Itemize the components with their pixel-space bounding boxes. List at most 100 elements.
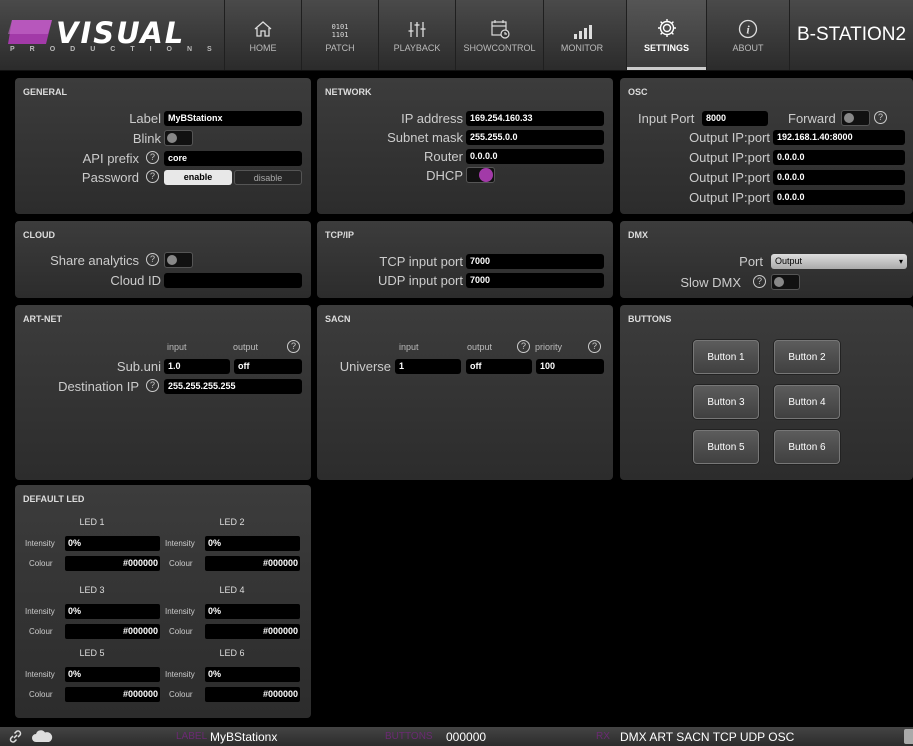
- led-name: LED 6: [219, 648, 245, 658]
- port-select[interactable]: Output ▾: [771, 254, 907, 269]
- cloud-icon[interactable]: [31, 730, 53, 746]
- forward-toggle[interactable]: [841, 110, 870, 126]
- label-label: Label: [129, 111, 161, 126]
- api-prefix-field[interactable]: core: [164, 151, 302, 166]
- select-arrows-icon: ▾: [898, 257, 903, 266]
- status-rx-key: RX: [596, 731, 610, 742]
- colour-field[interactable]: #000000: [205, 624, 300, 639]
- tcp-input-port-field[interactable]: 7000: [466, 254, 604, 269]
- intensity-field[interactable]: 0%: [205, 536, 300, 551]
- colour-field[interactable]: #000000: [205, 556, 300, 571]
- button-4[interactable]: Button 4: [774, 385, 840, 419]
- colour-field[interactable]: #000000: [65, 624, 160, 639]
- help-icon[interactable]: ?: [146, 253, 159, 266]
- universe-priority-field[interactable]: 100: [536, 359, 604, 374]
- colour-label: Colour: [29, 627, 53, 636]
- help-icon[interactable]: ?: [146, 151, 159, 164]
- device-title: B-STATION2: [789, 0, 913, 70]
- scroll-edge-icon[interactable]: [904, 729, 913, 744]
- cloud-id-label: Cloud ID: [110, 273, 161, 288]
- nav-home[interactable]: HOME: [224, 0, 301, 70]
- nav-settings[interactable]: SETTINGS: [626, 0, 706, 70]
- colour-field[interactable]: #000000: [65, 687, 160, 702]
- ip-address-field[interactable]: 169.254.160.33: [466, 111, 604, 126]
- status-rx-value: DMX ART SACN TCP UDP OSC: [620, 730, 795, 744]
- top-navigation-bar: VISUAL PRODUCTIONS HOME 0101 1101 PATCH …: [0, 0, 913, 71]
- output-ipport-label: Output IP:port: [689, 190, 770, 205]
- output-ipport-field[interactable]: 0.0.0.0: [773, 170, 905, 185]
- led-5-group: LED 5 Intensity 0% Colour #000000: [23, 646, 161, 704]
- output-ipport-field[interactable]: 192.168.1.40:8000: [773, 130, 905, 145]
- help-icon[interactable]: ?: [874, 111, 887, 124]
- nav-monitor[interactable]: MONITOR: [543, 0, 620, 70]
- ip-address-label: IP address: [401, 111, 463, 126]
- colour-field[interactable]: #000000: [205, 687, 300, 702]
- colour-label: Colour: [169, 690, 193, 699]
- intensity-field[interactable]: 0%: [65, 604, 160, 619]
- button-1[interactable]: Button 1: [693, 340, 759, 374]
- nav-playback[interactable]: PLAYBACK: [378, 0, 455, 70]
- info-icon: i: [738, 17, 758, 39]
- led-name: LED 1: [79, 517, 105, 527]
- output-ipport-field[interactable]: 0.0.0.0: [773, 190, 905, 205]
- help-icon[interactable]: ?: [588, 340, 601, 353]
- visual-productions-logo: VISUAL PRODUCTIONS: [8, 16, 212, 58]
- col-input-header: input: [167, 342, 187, 352]
- button-3[interactable]: Button 3: [693, 385, 759, 419]
- input-port-field[interactable]: 8000: [702, 111, 768, 126]
- subnet-mask-field[interactable]: 255.255.0.0: [466, 130, 604, 145]
- help-icon[interactable]: ?: [517, 340, 530, 353]
- slow-dmx-toggle[interactable]: [771, 274, 800, 290]
- nav-patch[interactable]: 0101 1101 PATCH: [301, 0, 378, 70]
- nav-about[interactable]: i ABOUT: [706, 0, 789, 70]
- help-icon[interactable]: ?: [146, 379, 159, 392]
- cloud-id-field[interactable]: [164, 273, 302, 288]
- panel-title: NETWORK: [325, 87, 372, 97]
- cloud-panel: CLOUD Share analytics ? Cloud ID: [15, 221, 311, 298]
- col-priority-header: priority: [535, 342, 563, 352]
- subuni-input-field[interactable]: 1.0: [164, 359, 230, 374]
- intensity-field[interactable]: 0%: [205, 667, 300, 682]
- help-icon[interactable]: ?: [753, 275, 766, 288]
- intensity-field[interactable]: 0%: [65, 667, 160, 682]
- led-3-group: LED 3 Intensity 0% Colour #000000: [23, 583, 161, 641]
- help-icon[interactable]: ?: [146, 170, 159, 183]
- universe-output-field[interactable]: off: [466, 359, 532, 374]
- output-ipport-field[interactable]: 0.0.0.0: [773, 150, 905, 165]
- destination-ip-field[interactable]: 255.255.255.255: [164, 379, 302, 394]
- router-label: Router: [423, 149, 463, 164]
- destination-ip-label: Destination IP: [58, 379, 139, 394]
- col-output-header: output: [233, 342, 259, 352]
- subuni-output-field[interactable]: off: [234, 359, 302, 374]
- home-icon: [253, 17, 273, 39]
- udp-input-port-field[interactable]: 7000: [466, 273, 604, 288]
- blink-toggle[interactable]: [164, 130, 193, 146]
- universe-input-field[interactable]: 1: [395, 359, 461, 374]
- password-enable-button[interactable]: enable: [164, 170, 232, 185]
- output-ipport-label: Output IP:port: [689, 170, 770, 185]
- nav-label: PLAYBACK: [393, 43, 441, 53]
- share-analytics-toggle[interactable]: [164, 252, 193, 268]
- status-label-value: MyBStationx: [210, 730, 278, 744]
- panel-title: DMX: [628, 230, 648, 240]
- button-2[interactable]: Button 2: [774, 340, 840, 374]
- dhcp-toggle[interactable]: [466, 167, 495, 183]
- router-field[interactable]: 0.0.0.0: [466, 149, 604, 164]
- colour-field[interactable]: #000000: [65, 556, 160, 571]
- intensity-field[interactable]: 0%: [65, 536, 160, 551]
- nav-showcontrol[interactable]: SHOWCONTROL: [455, 0, 543, 70]
- label-field[interactable]: MyBStationx: [164, 111, 302, 126]
- input-port-label: Input Port: [638, 111, 695, 126]
- universe-label: Universe: [339, 359, 391, 374]
- nav-label: SETTINGS: [643, 43, 689, 53]
- password-disable-button[interactable]: disable: [234, 170, 302, 185]
- button-5[interactable]: Button 5: [693, 430, 759, 464]
- link-icon[interactable]: [8, 729, 23, 746]
- intensity-field[interactable]: 0%: [205, 604, 300, 619]
- help-icon[interactable]: ?: [287, 340, 300, 353]
- intensity-label: Intensity: [25, 670, 55, 679]
- panel-title: CLOUD: [23, 230, 55, 240]
- col-output-header: output: [467, 342, 493, 352]
- button-6[interactable]: Button 6: [774, 430, 840, 464]
- output-ipport-label: Output IP:port: [689, 150, 770, 165]
